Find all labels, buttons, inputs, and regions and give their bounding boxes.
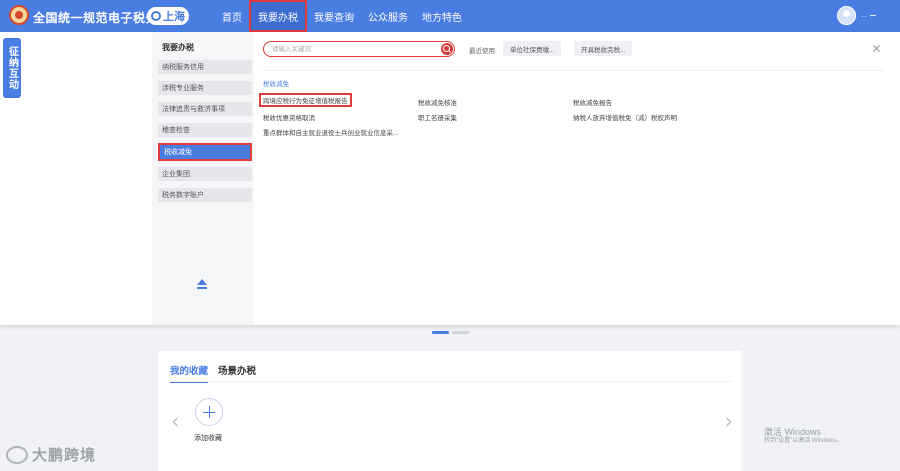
service-link-cross-border-vat[interactable]: 跨境应税行为免征增值税报告 (259, 93, 352, 107)
category-menu: 我要办税 纳税服务信用 涉税专业服务 法律追责与救济事项 稽查检查 税收减免 企… (152, 32, 254, 325)
service-link-waive-vat-exemption[interactable]: 纳税人放弃增值税免（减）税权声明 (573, 112, 677, 122)
nav-tax-handling[interactable]: 我要办税 (249, 0, 307, 32)
brand-watermark: 大鹏跨境 (6, 444, 96, 465)
nav-public-service[interactable]: 公众服务 (361, 0, 415, 32)
menu-item-digital-account[interactable]: 税务数字账户 (158, 188, 252, 202)
search-box (263, 41, 455, 57)
tax-handling-dropdown: 我要办税 纳税服务信用 涉税专业服务 法律追责与救济事项 稽查检查 税收减免 企… (0, 32, 900, 325)
service-link-preference-cancel[interactable]: 税收优惠资格取消 (263, 112, 315, 122)
location-icon (151, 11, 161, 21)
nav-query[interactable]: 我要查询 (307, 0, 361, 32)
tax-bureau-logo-icon (9, 5, 29, 25)
search-icon[interactable] (441, 43, 453, 55)
divider (168, 381, 731, 382)
menu-item-tax-reduction[interactable]: 税收减免 (158, 143, 252, 161)
nav-local-features[interactable]: 地方特色 (415, 0, 469, 32)
windows-activation-watermark: 激活 Windows 转到"设置"以激活 Windows。 (764, 427, 842, 445)
add-favorite-button[interactable] (195, 398, 223, 426)
close-icon[interactable] (872, 44, 882, 54)
search-input[interactable] (272, 43, 432, 55)
watermark-title: 激活 Windows (764, 427, 822, 437)
main-nav: 首页 我要办税 我要查询 公众服务 地方特色 (215, 0, 469, 32)
add-favorite-label: 添加收藏 (194, 435, 222, 442)
avatar[interactable] (837, 6, 856, 25)
menu-item-legal-relief[interactable]: 法律追责与救济事项 (158, 102, 252, 116)
recent-chip-social-insurance[interactable]: 单位社保费缴... (503, 41, 562, 56)
nav-home[interactable]: 首页 (215, 0, 249, 32)
region-selector[interactable]: 上海 (147, 7, 189, 25)
user-menu[interactable]: ·· (837, 6, 876, 25)
chevron-right-icon[interactable] (722, 417, 732, 427)
brand-logo-icon (6, 445, 28, 464)
service-link-reduction-approval[interactable]: 税收减免核准 (418, 97, 457, 107)
service-link-key-groups-info[interactable]: 重点群体和自主就业退役士兵创业就业信息采... (263, 127, 398, 137)
scroll-to-top-icon[interactable] (196, 279, 208, 295)
user-name: ·· (861, 10, 867, 21)
section-title: 税收减免 (263, 81, 289, 88)
tab-scenario-tax[interactable]: 场景办税 (218, 363, 256, 377)
carousel-dot[interactable] (452, 331, 469, 334)
tab-my-favorites[interactable]: 我的收藏 (170, 363, 209, 383)
menu-title: 我要办税 (162, 43, 194, 52)
menu-item-credit[interactable]: 纳税服务信用 (158, 60, 252, 74)
chevron-down-icon (870, 15, 876, 16)
favorites-card: 我的收藏 场景办税 添加收藏 (158, 351, 741, 471)
interaction-tab[interactable]: 征纳互动 (3, 38, 21, 98)
carousel-dot-active[interactable] (432, 331, 449, 334)
recent-chip-tax-certificate[interactable]: 开具税收完税... (574, 41, 633, 56)
menu-item-inspection[interactable]: 稽查检查 (158, 123, 252, 137)
region-label: 上海 (163, 11, 185, 23)
recent-label: 最近使用: (469, 48, 497, 55)
carousel-dots (432, 331, 469, 334)
watermark-subtitle: 转到"设置"以激活 Windows。 (764, 437, 843, 444)
brand-text: 大鹏跨境 (32, 447, 97, 464)
menu-item-professional-service[interactable]: 涉税专业服务 (158, 81, 252, 95)
service-link-employee-roster[interactable]: 职工名册采集 (418, 112, 457, 122)
top-bar: 全国统一规范电子税务局 上海 首页 我要办税 我要查询 公众服务 地方特色 ·· (0, 0, 900, 32)
divider (263, 70, 883, 71)
service-link-reduction-report[interactable]: 税收减免报告 (573, 97, 612, 107)
menu-item-enterprise-group[interactable]: 企业集团 (158, 167, 252, 181)
chevron-left-icon[interactable] (172, 417, 182, 427)
